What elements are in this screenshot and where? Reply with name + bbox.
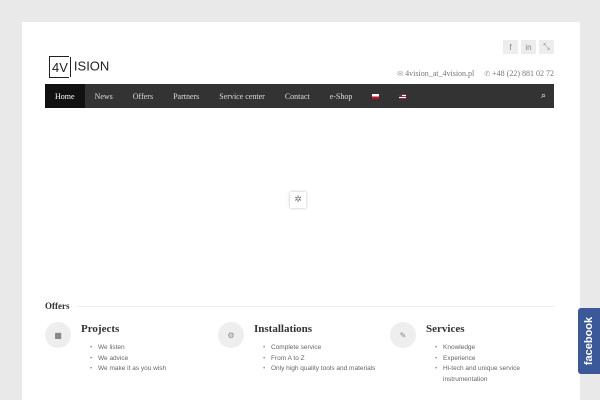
english-flag-icon bbox=[399, 93, 407, 99]
loading-spinner-icon: ✲ bbox=[290, 192, 306, 208]
list-item: We advice bbox=[81, 354, 211, 365]
offers-divider bbox=[77, 306, 554, 307]
share-icon[interactable]: ⤡ bbox=[539, 40, 554, 54]
social-links: f in ⤡ bbox=[503, 40, 554, 54]
phone-text: +48 (22) 881 02 72 bbox=[492, 69, 554, 78]
page-container: 4V ISION f in ⤡ ✉ 4vision_at_4vision.pl ✆… bbox=[22, 22, 580, 400]
polish-flag-icon bbox=[372, 93, 380, 99]
contact-info: ✉ 4vision_at_4vision.pl ✆ +48 (22) 881 02 … bbox=[397, 69, 554, 78]
list-item: Complete service bbox=[254, 343, 384, 354]
search-icon[interactable]: ⌕ bbox=[541, 84, 554, 108]
facebook-side-tab[interactable]: facebook bbox=[578, 308, 600, 374]
nav-item-eshop[interactable]: e-Shop bbox=[320, 84, 363, 108]
nav-item-news[interactable]: News bbox=[85, 84, 123, 108]
envelope-icon: ✉ bbox=[397, 70, 404, 78]
video-camera-icon: ■ bbox=[45, 322, 71, 348]
nav-item-polish-language[interactable] bbox=[362, 84, 389, 108]
logo-text: ISION bbox=[70, 57, 109, 77]
main-navigation: Home News Offers Partners Service center… bbox=[45, 84, 554, 108]
list-item: Only high quality tools and materials bbox=[254, 364, 384, 375]
nav-item-offers[interactable]: Offers bbox=[123, 84, 163, 108]
list-item: We listen bbox=[81, 343, 211, 354]
wrench-icon: ✎ bbox=[390, 322, 416, 348]
offer-list: We listen We advice We make it as you wi… bbox=[81, 343, 211, 375]
facebook-icon[interactable]: f bbox=[503, 40, 518, 54]
nav-item-service-center[interactable]: Service center bbox=[209, 84, 275, 108]
list-item: We make it as you wish bbox=[81, 364, 211, 375]
nav-item-partners[interactable]: Partners bbox=[163, 84, 209, 108]
list-item: Hi-tech and unique service instrumentati… bbox=[426, 364, 556, 385]
logo-mark: 4V bbox=[49, 56, 69, 78]
list-item: From A to Z bbox=[254, 354, 384, 365]
nav-item-english-language[interactable] bbox=[389, 84, 416, 108]
gears-icon: ⚙ bbox=[218, 322, 244, 348]
list-item: Experience bbox=[426, 354, 556, 365]
email-contact[interactable]: ✉ 4vision_at_4vision.pl bbox=[397, 69, 474, 78]
offer-title[interactable]: Installations bbox=[254, 323, 312, 335]
offers-heading: Offers bbox=[45, 301, 70, 311]
phone-contact: ✆ +48 (22) 881 02 72 bbox=[484, 69, 554, 78]
facebook-tab-label: facebook bbox=[583, 316, 596, 366]
phone-icon: ✆ bbox=[484, 70, 491, 78]
offer-list: Knowledge Experience Hi-tech and unique … bbox=[426, 343, 556, 385]
linkedin-icon[interactable]: in bbox=[521, 40, 536, 54]
nav-item-home[interactable]: Home bbox=[45, 84, 85, 108]
offer-list: Complete service From A to Z Only high q… bbox=[254, 343, 384, 375]
offer-title[interactable]: Projects bbox=[81, 323, 119, 335]
offer-title[interactable]: Services bbox=[426, 323, 464, 335]
logo[interactable]: 4V ISION bbox=[49, 56, 109, 78]
nav-item-contact[interactable]: Contact bbox=[275, 84, 320, 108]
list-item: Knowledge bbox=[426, 343, 556, 354]
email-text: 4vision_at_4vision.pl bbox=[405, 69, 475, 78]
